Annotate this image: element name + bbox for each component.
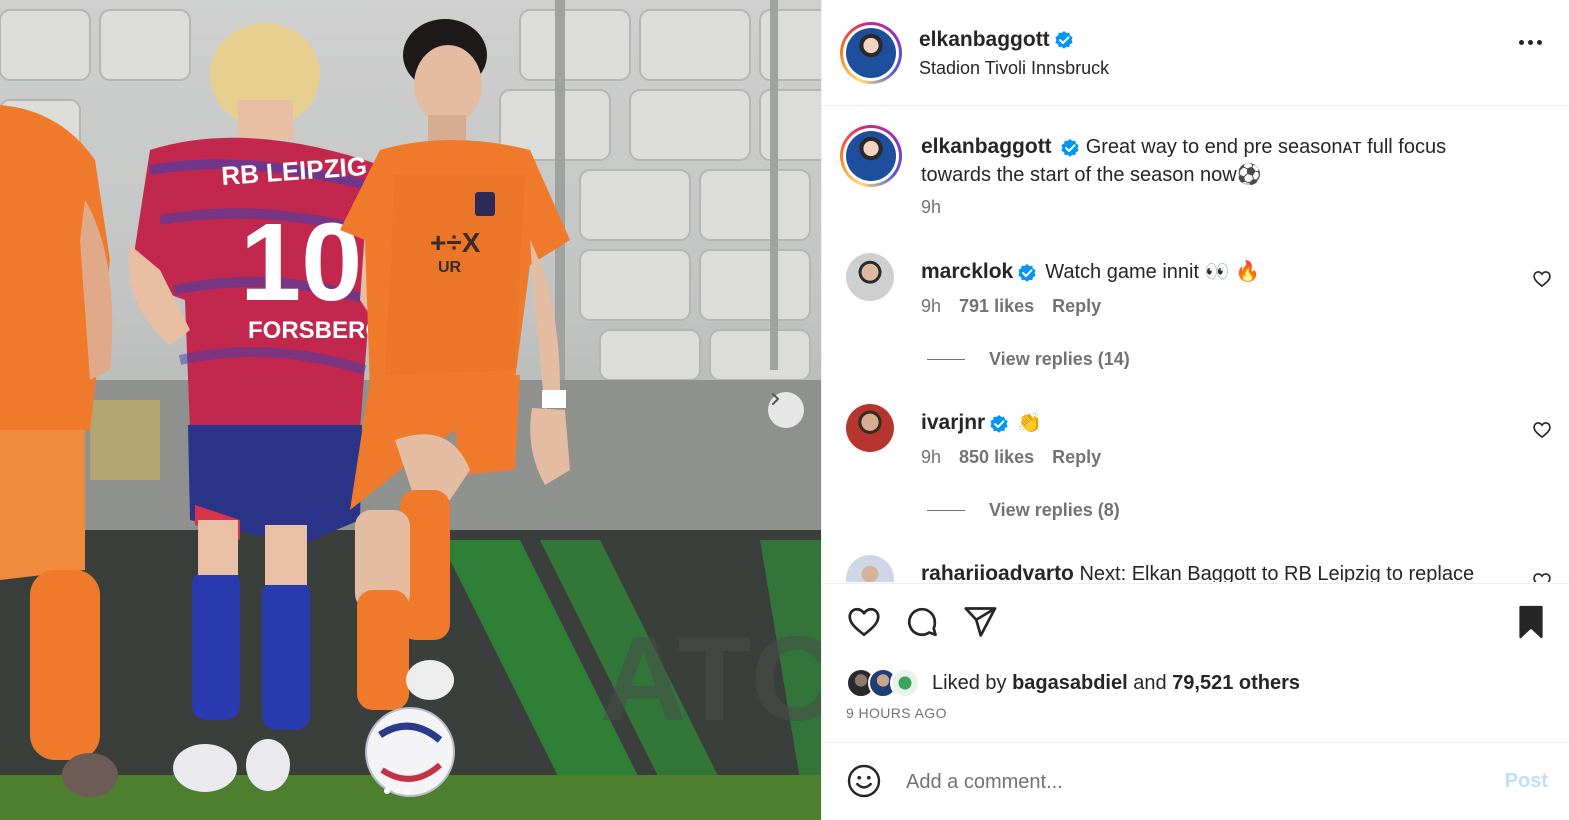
carousel-dot-active (384, 788, 390, 794)
post-comment-button[interactable]: Post (1505, 770, 1548, 793)
comment-button[interactable] (904, 604, 940, 645)
post-details-panel: elkanbaggott Stadion Tivoli Innsbruck el… (821, 0, 1569, 820)
commenter-avatar[interactable] (846, 253, 894, 301)
comment-likes[interactable]: 791 likes (959, 296, 1034, 317)
carousel-dot (394, 788, 400, 794)
commenter-username[interactable]: marcklok (921, 260, 1013, 283)
view-replies-button[interactable]: View replies (8) (927, 500, 1120, 521)
heart-icon (848, 607, 880, 637)
liker-avatars[interactable] (846, 668, 920, 698)
liked-by-joiner: and (1133, 671, 1167, 694)
view-replies-label: View replies (14) (989, 349, 1130, 369)
verified-badge-icon (1055, 31, 1073, 49)
post-time-ago[interactable]: 9 HOURS AGO (846, 705, 947, 721)
verified-badge-icon (1061, 138, 1079, 157)
more-dot-icon (1519, 40, 1524, 45)
commenter-avatar[interactable] (846, 555, 894, 582)
comment-input[interactable] (906, 765, 1466, 799)
replies-divider (927, 359, 965, 360)
comment-reply-button[interactable]: Reply (1052, 296, 1101, 317)
comment-meta: 9h 850 likes Reply (921, 447, 1101, 468)
comment-text: Watch game innit 👀 🔥 (1045, 261, 1260, 283)
bookmark-icon (1519, 605, 1543, 639)
liker-avatar (890, 668, 920, 698)
caption-body: elkanbaggott Great way to end pre season… (921, 133, 1521, 189)
verified-badge-icon (1018, 263, 1036, 282)
author-username[interactable]: elkanbaggott (919, 28, 1050, 52)
carousel-dots (384, 788, 410, 794)
sponsor-subtext: UR (438, 259, 462, 276)
comment-like-icon[interactable] (1532, 420, 1552, 440)
comment-time: 9h (921, 447, 942, 467)
comment-likes[interactable]: 850 likes (959, 447, 1034, 468)
banner-text: ATCH (600, 612, 821, 746)
liked-by-row: Liked by bagasabdiel and 79,521 others (846, 668, 1300, 698)
like-button[interactable] (846, 604, 882, 645)
caption-avatar-ring[interactable] (840, 125, 902, 187)
add-comment-bar: Post (822, 742, 1569, 820)
view-replies-label: View replies (8) (989, 500, 1120, 520)
liked-by-prefix: Liked by (932, 671, 1007, 694)
comment-line: rahariioadvarto Next: Elkan Baggott to R… (921, 561, 1474, 582)
carousel-dot (404, 788, 410, 794)
comment-line: marcklok Watch game innit 👀 🔥 (921, 259, 1260, 285)
comment-text: Next: Elkan Baggott to RB Leipzig to rep… (1079, 563, 1475, 582)
more-dot-icon (1528, 40, 1533, 45)
more-options-button[interactable] (1519, 40, 1542, 45)
replies-divider (927, 510, 965, 511)
liked-by-user[interactable]: bagasabdiel (1012, 672, 1128, 695)
emoji-smile-icon (847, 764, 881, 798)
comment-bubble-icon (907, 607, 937, 637)
commenter-avatar[interactable] (846, 404, 894, 452)
match-photo-illustration: ATCH RB LEIPZIG 10 FORSBERG (0, 0, 821, 820)
comments-list[interactable]: elkanbaggott Great way to end pre season… (822, 107, 1569, 582)
post-header: elkanbaggott Stadion Tivoli Innsbruck (822, 0, 1569, 106)
more-dot-icon (1537, 40, 1542, 45)
share-button[interactable] (962, 604, 998, 645)
shirt-number: 10 (240, 201, 362, 324)
author-avatar-ring[interactable] (840, 22, 902, 84)
verified-badge-icon (990, 414, 1008, 433)
action-icons (846, 604, 998, 645)
caption-time: 9h (921, 197, 942, 217)
comment-like-icon[interactable] (1532, 269, 1552, 289)
save-button[interactable] (1514, 604, 1548, 645)
shirt-player-name: FORSBERG (248, 317, 384, 344)
post-location[interactable]: Stadion Tivoli Innsbruck (919, 58, 1109, 79)
emoji-button[interactable] (846, 763, 882, 804)
view-replies-button[interactable]: View replies (14) (927, 349, 1130, 370)
sponsor-text: +÷X (430, 227, 481, 258)
chevron-right-icon (772, 393, 779, 405)
commenter-username[interactable]: rahariioadvarto (921, 562, 1074, 582)
comment-meta: 9h 791 likes Reply (921, 296, 1101, 317)
next-photo-button[interactable] (768, 392, 804, 428)
comment-line: ivarjnr 👏 (921, 410, 1042, 436)
send-icon (964, 607, 997, 637)
post-photo: ATCH RB LEIPZIG 10 FORSBERG (0, 0, 821, 820)
caption-username[interactable]: elkanbaggott (921, 135, 1052, 158)
comment-time: 9h (921, 296, 942, 316)
comment-text: 👏 (1017, 412, 1043, 434)
comment-reply-button[interactable]: Reply (1052, 447, 1101, 468)
comment-like-icon[interactable] (1532, 571, 1552, 582)
author-name-row: elkanbaggott (919, 28, 1074, 52)
commenter-username[interactable]: ivarjnr (921, 411, 985, 434)
author-avatar (846, 28, 896, 78)
caption-avatar (846, 131, 896, 181)
liked-by-others[interactable]: 79,521 others (1172, 672, 1300, 695)
post-actions: Liked by bagasabdiel and 79,521 others 9… (822, 583, 1569, 721)
